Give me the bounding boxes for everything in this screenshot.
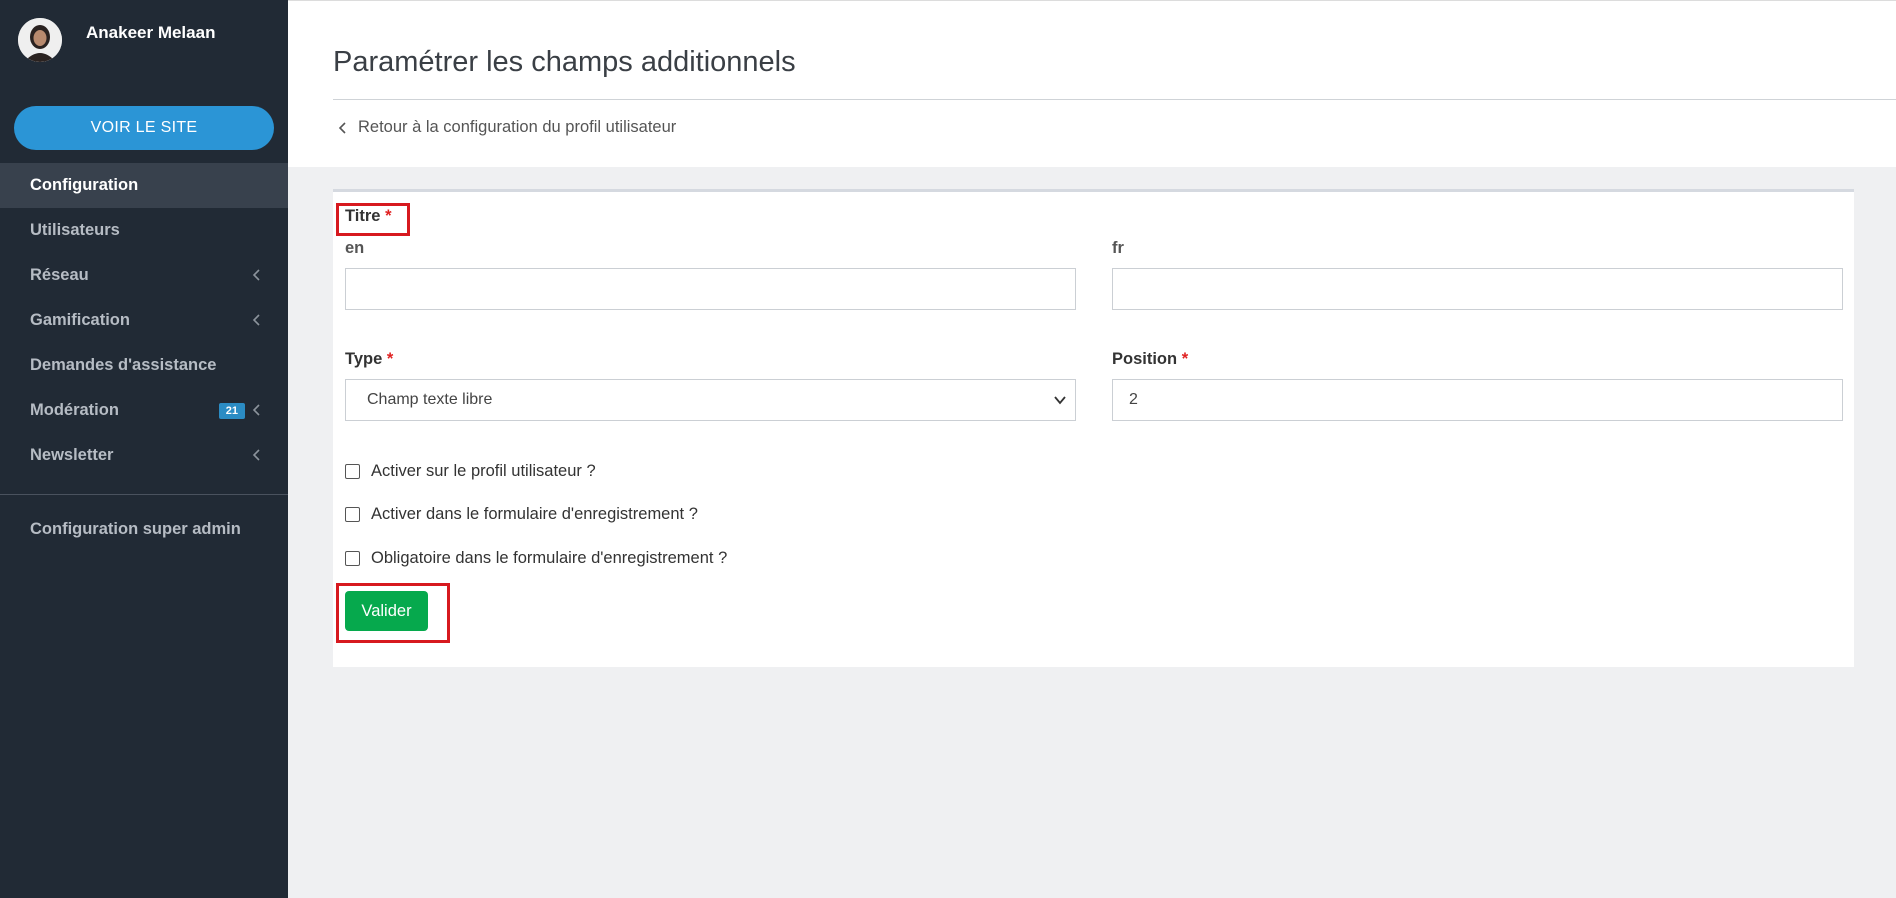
form-card — [333, 189, 1854, 667]
chevron-left-icon — [252, 314, 260, 326]
highlight-valider — [336, 583, 450, 643]
required-mark: * — [386, 350, 394, 368]
page-header: Paramétrer les champs additionnels Retou… — [288, 0, 1896, 167]
lang-en-label: en — [345, 239, 365, 257]
sidebar-divider — [0, 494, 288, 495]
back-link[interactable]: Retour à la configuration du profil util… — [338, 118, 676, 137]
page-title: Paramétrer les champs additionnels — [333, 46, 796, 78]
position-input[interactable] — [1112, 379, 1843, 421]
sidebar-item-label: Gamification — [30, 311, 130, 329]
checkbox-obligatoire[interactable]: Obligatoire dans le formulaire d'enregis… — [345, 549, 727, 568]
type-label: Type * — [345, 350, 393, 369]
chevron-left-icon — [252, 404, 260, 416]
user-block: Anakeer Melaan — [18, 18, 215, 62]
user-name[interactable]: Anakeer Melaan — [86, 23, 215, 43]
sidebar-item-newsletter[interactable]: Newsletter — [0, 433, 288, 478]
sidebar-item-label: Utilisateurs — [30, 221, 120, 239]
sidebar-item-utilisateurs[interactable]: Utilisateurs — [0, 208, 288, 253]
sidebar: Anakeer Melaan Voir le site Configuratio… — [0, 0, 288, 898]
moderation-count-badge: 21 — [218, 403, 245, 419]
sidebar-nav: Configuration Utilisateurs Réseau Gamifi… — [0, 163, 288, 478]
header-divider — [333, 99, 1896, 100]
position-label: Position * — [1112, 350, 1188, 369]
checkbox-box[interactable] — [345, 464, 360, 479]
checkbox-box[interactable] — [345, 507, 360, 522]
back-link-label: Retour à la configuration du profil util… — [358, 118, 677, 136]
sidebar-item-moderation[interactable]: Modération 21 — [0, 388, 288, 433]
sidebar-item-demandes-assistance[interactable]: Demandes d'assistance — [0, 343, 288, 388]
chevron-left-icon — [338, 121, 346, 134]
checkbox-label: Activer dans le formulaire d'enregistrem… — [371, 505, 698, 523]
checkbox-label: Activer sur le profil utilisateur ? — [371, 462, 596, 480]
type-label-text: Type — [345, 350, 383, 368]
checkbox-formulaire[interactable]: Activer dans le formulaire d'enregistrem… — [345, 505, 698, 524]
type-select[interactable]: Champ texte libre — [345, 379, 1076, 421]
checkbox-box[interactable] — [345, 551, 360, 566]
position-label-text: Position — [1112, 350, 1178, 368]
required-mark: * — [1181, 350, 1189, 368]
chevron-left-icon — [252, 449, 260, 461]
chevron-down-icon — [1054, 396, 1066, 405]
sidebar-item-label: Newsletter — [30, 446, 114, 464]
sidebar-item-label: Configuration — [30, 176, 139, 194]
chevron-left-icon — [252, 269, 260, 281]
sidebar-item-reseau[interactable]: Réseau — [0, 253, 288, 298]
titre-en-input[interactable] — [345, 268, 1076, 310]
sidebar-item-label: Réseau — [30, 266, 89, 284]
checkbox-profil[interactable]: Activer sur le profil utilisateur ? — [345, 462, 596, 481]
checkbox-label: Obligatoire dans le formulaire d'enregis… — [371, 549, 728, 567]
sidebar-item-super-admin[interactable]: Configuration super admin — [30, 520, 241, 539]
type-select-value: Champ texte libre — [367, 391, 493, 408]
titre-fr-input[interactable] — [1112, 268, 1843, 310]
lang-fr-label: fr — [1112, 239, 1124, 257]
sidebar-item-gamification[interactable]: Gamification — [0, 298, 288, 343]
sidebar-item-label: Modération — [30, 401, 119, 419]
sidebar-item-configuration[interactable]: Configuration — [0, 163, 288, 208]
highlight-titre — [336, 203, 410, 236]
avatar[interactable] — [18, 18, 62, 62]
view-site-button[interactable]: Voir le site — [14, 106, 274, 150]
sidebar-item-label: Demandes d'assistance — [30, 356, 217, 374]
